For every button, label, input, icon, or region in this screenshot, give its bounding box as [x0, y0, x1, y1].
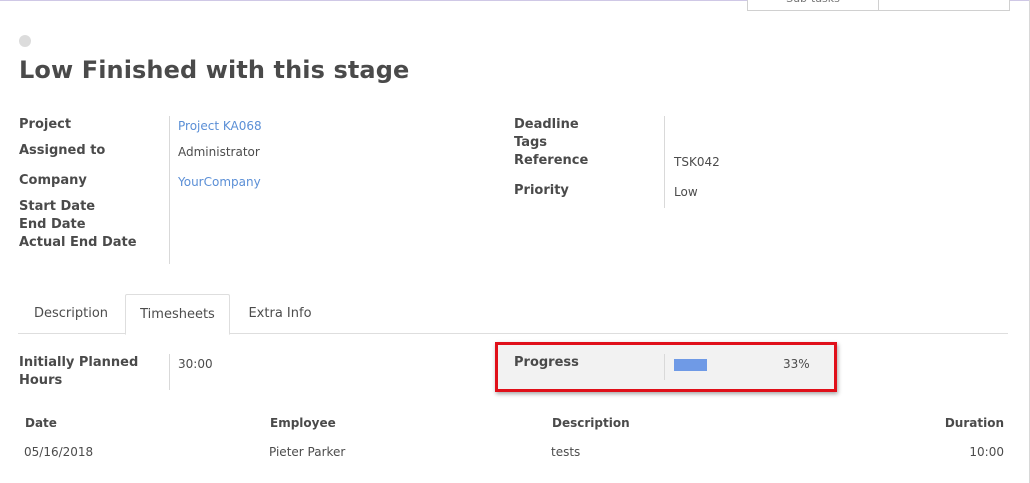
- table-cell-duration[interactable]: 10:00: [969, 445, 1004, 459]
- company-link[interactable]: YourCompany: [178, 175, 261, 189]
- table-header-date[interactable]: Date: [25, 416, 57, 430]
- reference-value: TSK042: [674, 155, 720, 169]
- progress-percent: 33%: [783, 357, 810, 371]
- table-header-employee[interactable]: Employee: [270, 416, 336, 430]
- planned-hours-divider: [169, 354, 170, 390]
- start-date-label: Start Date: [19, 199, 96, 214]
- kanban-state-icon[interactable]: [19, 35, 31, 47]
- table-cell-description[interactable]: tests: [551, 445, 580, 459]
- planned-hours-label-line1: Initially Planned: [19, 355, 139, 370]
- subtasks-button[interactable]: Sub-tasks: [747, 0, 879, 11]
- company-label: Company: [19, 173, 87, 188]
- project-link[interactable]: Project KA068: [178, 119, 262, 133]
- table-cell-employee[interactable]: Pieter Parker: [269, 445, 345, 459]
- tab-description[interactable]: Description: [18, 294, 124, 334]
- priority-value[interactable]: Low: [674, 185, 698, 199]
- smart-button[interactable]: [879, 0, 1010, 11]
- planned-hours-label-line2: Hours: [19, 373, 63, 388]
- progress-bar-fill: [674, 359, 707, 371]
- progress-bar: [674, 359, 774, 371]
- actual-end-date-label: Actual End Date: [19, 235, 137, 250]
- right-field-divider: [664, 116, 665, 208]
- deadline-label: Deadline: [514, 117, 579, 132]
- task-title: Low Finished with this stage: [19, 56, 410, 84]
- end-date-label: End Date: [19, 217, 86, 232]
- planned-hours-value: 30:00: [178, 357, 213, 371]
- assigned-to-label: Assigned to: [19, 143, 106, 158]
- assigned-to-value: Administrator: [178, 145, 260, 159]
- project-label: Project: [19, 117, 72, 132]
- top-button-group: Sub-tasks: [747, 0, 1010, 11]
- progress-divider: [664, 354, 665, 380]
- table-cell-date[interactable]: 05/16/2018: [24, 445, 93, 459]
- tab-timesheets[interactable]: Timesheets: [125, 294, 230, 335]
- notebook-tabs: Description Timesheets Extra Info: [18, 294, 1008, 335]
- table-header-duration[interactable]: Duration: [945, 416, 1004, 430]
- table-header-description[interactable]: Description: [552, 416, 630, 430]
- tags-label: Tags: [514, 135, 548, 150]
- left-field-divider: [169, 116, 170, 264]
- reference-label: Reference: [514, 153, 589, 168]
- progress-label: Progress: [514, 355, 579, 370]
- tab-extra-info[interactable]: Extra Info: [232, 294, 328, 334]
- priority-label: Priority: [514, 183, 569, 198]
